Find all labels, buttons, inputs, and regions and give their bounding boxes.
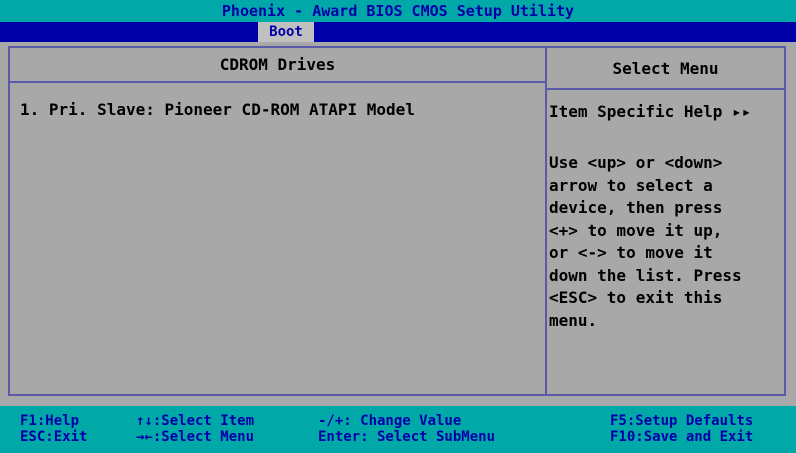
bios-title: Phoenix - Award BIOS CMOS Setup Utility bbox=[221, 2, 575, 20]
footer-change-value: -/+: Change Value bbox=[318, 413, 462, 429]
panel-divider bbox=[545, 48, 547, 394]
device-list: 1. Pri. Slave: Pioneer CD-ROM ATAPI Mode… bbox=[20, 100, 540, 119]
footer-select-submenu: Enter: Select SubMenu bbox=[318, 429, 496, 445]
footer-f1-help: F1:Help bbox=[20, 413, 80, 429]
tab-boot[interactable]: Boot bbox=[258, 22, 314, 42]
footer-f5-defaults: F5:Setup Defaults bbox=[610, 413, 754, 429]
cdrom-drives-header: CDROM Drives bbox=[10, 48, 545, 83]
footer-f10-save-exit: F10:Save and Exit bbox=[610, 429, 754, 445]
device-item-pri-slave[interactable]: 1. Pri. Slave: Pioneer CD-ROM ATAPI Mode… bbox=[20, 100, 540, 119]
select-menu-header: Select Menu bbox=[547, 48, 784, 90]
footer-esc-exit: ESC:Exit bbox=[20, 429, 88, 445]
bios-title-bar: Phoenix - Award BIOS CMOS Setup Utility bbox=[0, 0, 796, 22]
main-panel: CDROM Drives Select Menu 1. Pri. Slave: … bbox=[0, 42, 796, 406]
item-specific-help-title: Item Specific Help ▸▸ bbox=[549, 102, 752, 121]
content-frame: CDROM Drives Select Menu 1. Pri. Slave: … bbox=[8, 46, 786, 396]
menu-tab-bar: Boot bbox=[0, 22, 796, 42]
footer-select-menu: →←:Select Menu bbox=[136, 429, 255, 445]
footer-select-item: ↑↓:Select Item bbox=[136, 413, 255, 429]
help-text: Use <up> or <down> arrow to select a dev… bbox=[549, 153, 742, 330]
key-help-footer: F1:Help ESC:Exit ↑↓:Select Item →←:Selec… bbox=[0, 406, 796, 453]
